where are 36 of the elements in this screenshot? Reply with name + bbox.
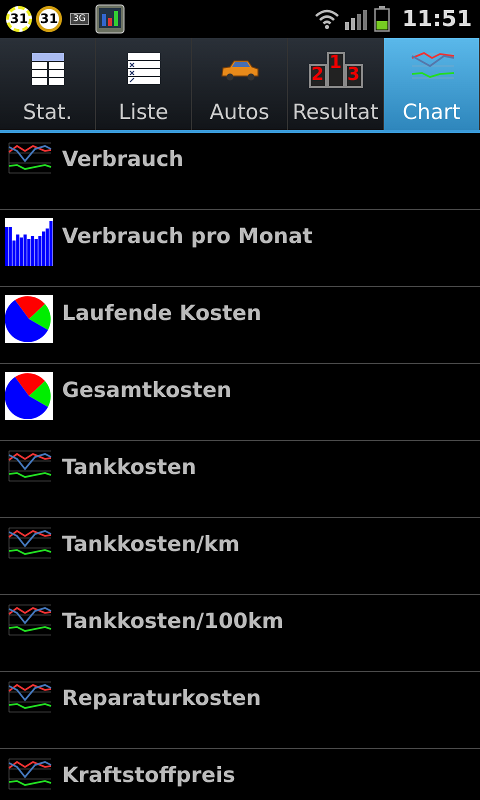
chart-title: Verbrauch pro Monat xyxy=(62,224,313,248)
tab[interactable]: Stat. xyxy=(0,38,96,130)
chart-list-item[interactable]: Kraftstoffpreis xyxy=(0,749,480,800)
chart-list-item[interactable]: Tankkosten/km xyxy=(0,518,480,595)
chart-list-item[interactable]: Laufende Kosten xyxy=(0,287,480,364)
table-icon xyxy=(30,52,64,86)
bar-chart-icon xyxy=(94,4,125,34)
chart-list-item[interactable]: Tankkosten xyxy=(0,441,480,518)
signal-icon xyxy=(344,8,370,30)
chart-title: Tankkosten xyxy=(62,455,196,479)
chart-title: Reparaturkosten xyxy=(62,686,262,710)
chart-title: Tankkosten/km xyxy=(62,532,240,556)
tab[interactable]: Liste xyxy=(96,38,192,130)
pie-chart-icon xyxy=(5,295,53,343)
battery-icon xyxy=(374,6,390,32)
calendar-badge: 31 xyxy=(36,6,62,32)
wifi-icon xyxy=(314,8,340,30)
bar-chart-icon xyxy=(5,218,53,266)
chart-title: Kraftstoffpreis xyxy=(62,763,236,787)
tab[interactable]: 2 1 3 Resultat xyxy=(288,38,384,130)
chart-list-item[interactable]: Verbrauch xyxy=(0,133,480,210)
pie-chart-icon xyxy=(5,372,53,420)
chart-title: Laufende Kosten xyxy=(62,301,262,325)
chart-title: Gesamtkosten xyxy=(62,378,232,402)
chart-list-item[interactable]: Gesamtkosten xyxy=(0,364,480,441)
checklist-icon xyxy=(126,52,160,86)
chart-list-item[interactable]: Verbrauch pro Monat xyxy=(0,210,480,287)
tab[interactable]: Autos xyxy=(192,38,288,130)
chart-title: Verbrauch xyxy=(62,147,184,171)
chart-list-item[interactable]: Tankkosten/100km xyxy=(0,595,480,672)
network-indicator: 3G xyxy=(70,13,89,25)
tab[interactable]: Chart xyxy=(384,38,480,130)
chart-title: Tankkosten/100km xyxy=(62,609,284,633)
clock: 11:51 xyxy=(402,6,472,32)
chart-list-item[interactable]: Reparaturkosten xyxy=(0,672,480,749)
calendar-badge: 31 xyxy=(6,6,32,32)
